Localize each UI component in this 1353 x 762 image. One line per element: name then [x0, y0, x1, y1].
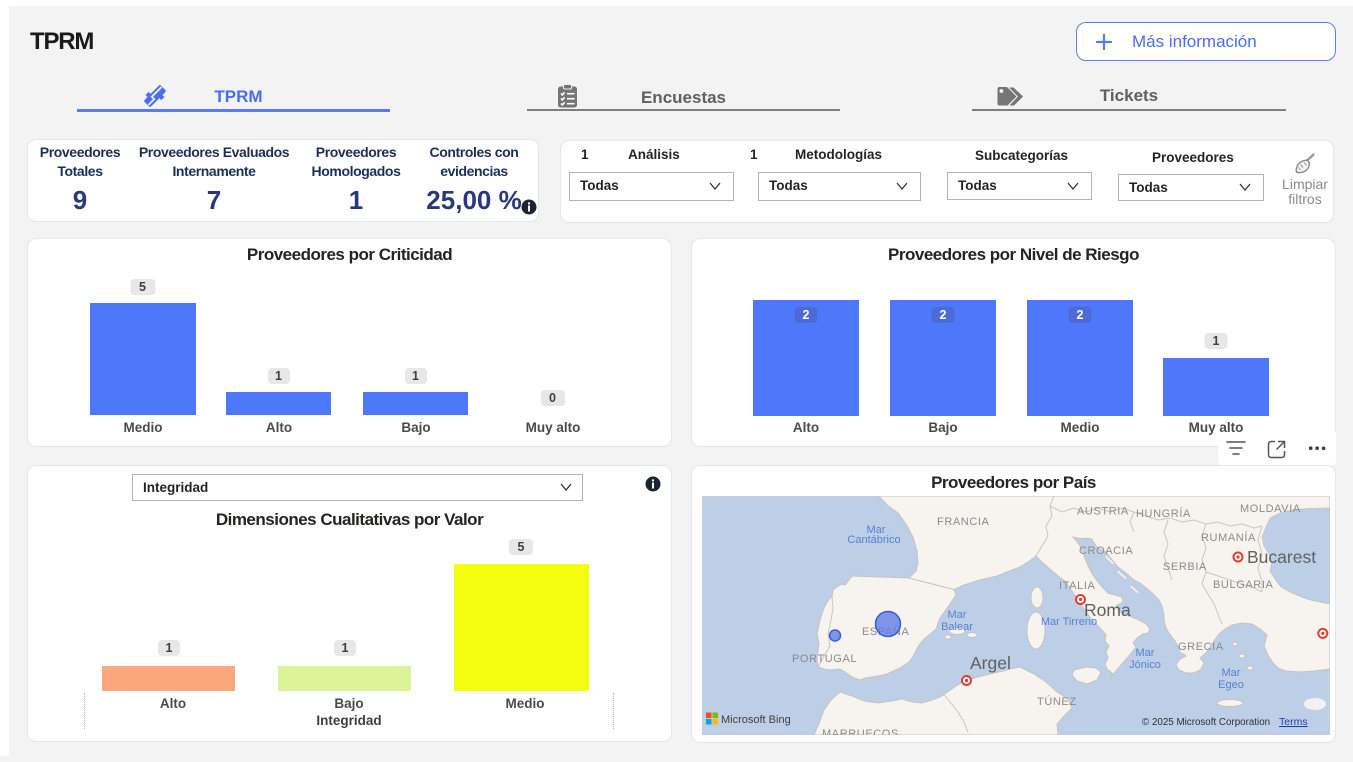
- svg-text:ITALIA: ITALIA: [1059, 580, 1095, 592]
- svg-text:BULGARIA: BULGARIA: [1213, 579, 1273, 591]
- svg-text:Terms: Terms: [1279, 716, 1308, 728]
- svg-text:RUMANÍA: RUMANÍA: [1201, 531, 1256, 544]
- svg-text:Balear: Balear: [941, 621, 973, 633]
- svg-text:Microsoft Bing: Microsoft Bing: [721, 714, 791, 726]
- svg-text:Bucarest: Bucarest: [1247, 547, 1316, 567]
- svg-text:HUNGRÍA: HUNGRÍA: [1136, 507, 1191, 520]
- svg-text:GRECIA: GRECIA: [1178, 641, 1224, 653]
- svg-text:© 2025 Microsoft Corporation: © 2025 Microsoft Corporation: [1142, 717, 1270, 728]
- svg-text:Egeo: Egeo: [1218, 679, 1244, 691]
- svg-text:Roma: Roma: [1084, 600, 1131, 620]
- svg-text:AUSTRIA: AUSTRIA: [1077, 506, 1129, 518]
- svg-text:SERBIA: SERBIA: [1163, 561, 1207, 573]
- svg-text:Cantábrico: Cantábrico: [847, 534, 900, 546]
- svg-text:CROACIA: CROACIA: [1079, 545, 1133, 557]
- svg-text:MARRUECOS: MARRUECOS: [822, 728, 899, 735]
- svg-text:Mar: Mar: [1136, 647, 1155, 659]
- svg-text:Mar: Mar: [1222, 667, 1241, 679]
- svg-text:Argel: Argel: [970, 653, 1011, 673]
- svg-text:FRANCIA: FRANCIA: [937, 516, 990, 528]
- svg-text:TÚNEZ: TÚNEZ: [1037, 695, 1077, 708]
- svg-text:Jónico: Jónico: [1129, 659, 1161, 671]
- svg-text:Mar: Mar: [948, 609, 967, 621]
- svg-text:MOLDAVIA: MOLDAVIA: [1240, 503, 1301, 515]
- svg-text:PORTUGAL: PORTUGAL: [792, 653, 857, 665]
